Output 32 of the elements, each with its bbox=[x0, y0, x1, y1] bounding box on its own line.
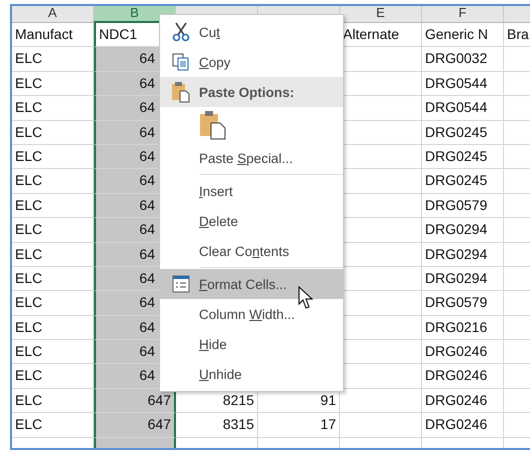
table-cell: DRG0246 bbox=[422, 364, 504, 389]
table-cell: DRG0216 bbox=[422, 316, 504, 340]
table-cell: Generic N bbox=[422, 23, 504, 48]
table-cell: DRG0579 bbox=[422, 194, 504, 218]
table-cell: DRG0245 bbox=[422, 120, 504, 145]
table-cell: DRG0544 bbox=[422, 72, 504, 96]
column-header[interactable]: F bbox=[422, 6, 504, 23]
table-cell: 17 bbox=[258, 413, 340, 438]
table-cell: DRG0032 bbox=[422, 47, 504, 72]
table-cell: DRG0579 bbox=[422, 291, 504, 316]
table-cell: DRG0246 bbox=[422, 388, 504, 414]
scissors-icon bbox=[172, 22, 190, 42]
table-cell: DRG0245 bbox=[422, 144, 504, 170]
format-cells-icon bbox=[172, 275, 190, 293]
table-cell: 8315 bbox=[176, 413, 258, 438]
table-cell: DRG0245 bbox=[422, 169, 504, 194]
table-cell: DRG0246 bbox=[422, 413, 504, 438]
paste-icon[interactable] bbox=[199, 110, 227, 140]
table-cell: Bra bbox=[504, 23, 530, 48]
table-cell: DRG0294 bbox=[422, 218, 504, 243]
table-cell: DRG0246 bbox=[422, 340, 504, 364]
table-cell: DRG0544 bbox=[422, 96, 504, 121]
table-cell: DRG0294 bbox=[422, 266, 504, 292]
column-header[interactable]: E bbox=[340, 6, 422, 23]
clipboard-icon bbox=[171, 81, 191, 103]
column-header[interactable]: A bbox=[12, 6, 94, 23]
copy-icon bbox=[172, 53, 190, 71]
table-cell: 647 bbox=[94, 388, 176, 414]
mouse-pointer-icon bbox=[298, 286, 314, 310]
table-cell: 647 bbox=[94, 413, 176, 438]
menu-item[interactable]: Format Cells... bbox=[160, 269, 343, 299]
table-cell: DRG0294 bbox=[422, 242, 504, 267]
